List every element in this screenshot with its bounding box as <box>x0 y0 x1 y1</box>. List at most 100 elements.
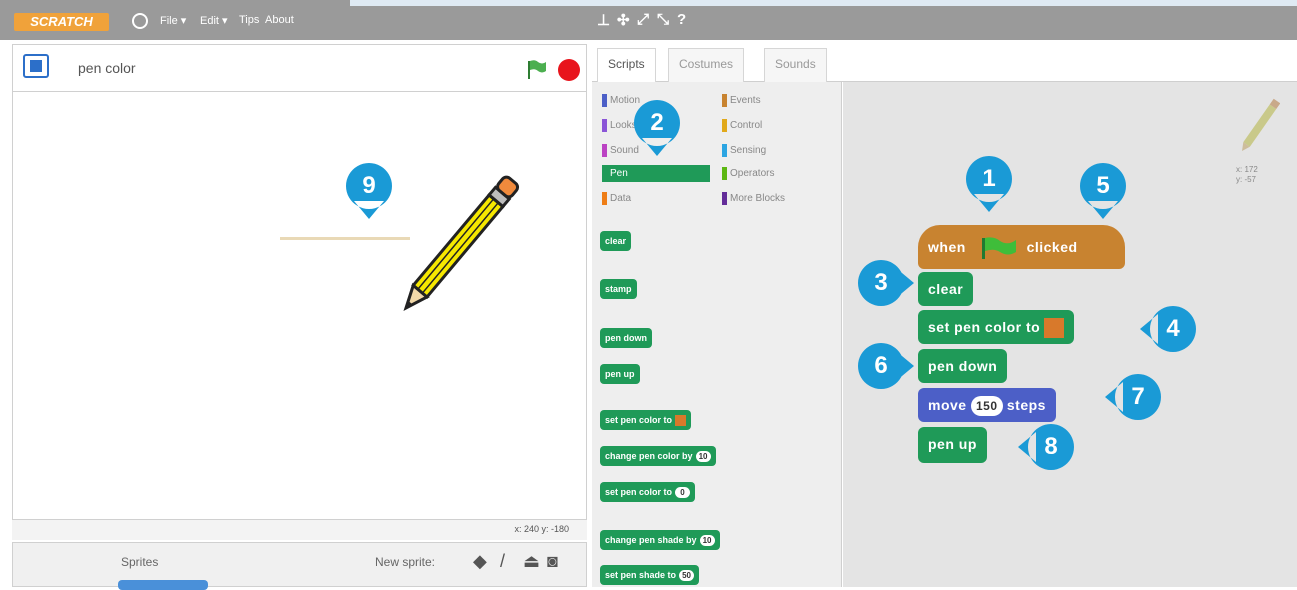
category-pen[interactable]: Pen <box>602 165 710 182</box>
stage-header: pen color <box>12 44 587 92</box>
green-flag-icon <box>982 237 1017 260</box>
callout-number: 7 <box>1131 383 1145 410</box>
green-flag-icon[interactable] <box>525 59 547 79</box>
new-sprite-label: New sprite: <box>375 555 436 569</box>
category-color-bar <box>722 94 727 107</box>
palette-block-set-pen-color-number[interactable]: set pen color to 0 <box>600 482 696 502</box>
script-block-when-flag-clicked[interactable]: when clicked <box>918 225 1125 269</box>
script-block-move-steps[interactable]: move 150 steps <box>918 388 1056 422</box>
palette-block-change-pen-color[interactable]: change pen color by 10 <box>600 446 716 466</box>
category-sensing[interactable]: Sensing <box>722 142 830 159</box>
category-color-bar <box>722 167 727 180</box>
callout-marker-3: 3 <box>857 260 914 306</box>
steps-input[interactable]: 150 <box>970 396 1003 417</box>
callout-number: 2 <box>650 109 664 136</box>
sprites-label: Sprites <box>121 555 159 569</box>
block-label: set pen color to <box>605 415 673 425</box>
camera-sprite-icon[interactable]: ◙ <box>547 551 558 572</box>
category-color-bar <box>722 192 727 205</box>
project-title[interactable]: pen color <box>78 60 136 76</box>
block-label: change pen color by <box>605 451 693 461</box>
script-block-pen-up[interactable]: pen up <box>918 427 987 463</box>
block-label-when: when <box>928 239 966 255</box>
category-label: Pen <box>610 168 628 179</box>
menu-bar-strip <box>350 0 1297 6</box>
stop-sign-icon[interactable] <box>558 59 580 81</box>
grow-icon[interactable]: ⤢ <box>637 11 649 28</box>
callout-marker-5: 5 <box>1079 163 1126 219</box>
number-slot[interactable]: 50 <box>679 570 695 582</box>
category-color-bar <box>722 119 727 132</box>
presentation-mode-icon[interactable] <box>23 54 49 78</box>
tab-scripts[interactable]: Scripts <box>597 48 656 82</box>
palette-block-pen-up[interactable]: pen up <box>600 364 640 384</box>
script-block-clear[interactable]: clear <box>918 272 974 306</box>
palette-block-change-pen-shade[interactable]: change pen shade by 10 <box>600 530 720 550</box>
choose-sprite-icon[interactable]: ◆ <box>473 551 487 572</box>
cut-scissors-icon[interactable]: ✣ <box>617 11 630 29</box>
pencil-sprite[interactable] <box>388 170 528 320</box>
category-color-bar <box>722 144 727 157</box>
color-picker-slot[interactable] <box>1044 318 1065 339</box>
upload-sprite-icon[interactable]: ⏏ <box>523 551 540 572</box>
category-events[interactable]: Events <box>722 92 830 109</box>
menu-about[interactable]: About <box>265 14 294 26</box>
category-label: Data <box>610 193 632 204</box>
category-color-bar <box>602 192 607 205</box>
callout-marker-9: 9 <box>345 163 392 219</box>
callout-marker-8: 8 <box>1018 424 1074 470</box>
callout-marker-4: 4 <box>1140 306 1196 352</box>
category-label: Operators <box>730 168 775 179</box>
color-picker-slot[interactable] <box>675 415 687 427</box>
help-icon[interactable]: ? <box>677 11 686 28</box>
callout-marker-1: 1 <box>965 156 1012 212</box>
category-data[interactable]: Data <box>602 190 710 207</box>
block-label: set pen shade to <box>605 570 677 580</box>
category-label: Events <box>730 95 761 106</box>
category-operators[interactable]: Operators <box>722 165 830 182</box>
category-label: More Blocks <box>730 193 786 204</box>
callout-number: 1 <box>982 165 996 192</box>
palette-block-set-pen-color[interactable]: set pen color to <box>600 410 692 430</box>
sprite-thumbnail[interactable] <box>118 580 208 590</box>
block-label-clicked: clicked <box>1026 239 1078 255</box>
callout-number: 4 <box>1166 315 1180 342</box>
duplicate-stamp-icon[interactable]: ⊥ <box>597 11 610 29</box>
tab-sounds[interactable]: Sounds <box>764 48 827 82</box>
palette-block-set-pen-shade[interactable]: set pen shade to 50 <box>600 565 700 585</box>
sprites-panel: Sprites New sprite: ◆ / ⏏ ◙ <box>12 542 587 590</box>
palette-block-pen-down[interactable]: pen down <box>600 328 652 348</box>
callout-number: 6 <box>874 352 888 379</box>
callout-number: 3 <box>874 269 888 296</box>
category-more-blocks[interactable]: More Blocks <box>722 190 830 207</box>
callout-number: 9 <box>362 172 376 199</box>
block-label: change pen shade by <box>605 535 697 545</box>
number-slot[interactable]: 10 <box>699 535 715 547</box>
callout-number: 5 <box>1096 172 1110 199</box>
callout-marker-7: 7 <box>1105 374 1161 420</box>
number-slot[interactable]: 10 <box>695 451 711 463</box>
number-slot[interactable]: 0 <box>675 487 691 499</box>
block-label: set pen color to <box>605 487 673 497</box>
category-label: Sound <box>610 145 639 156</box>
menu-file[interactable]: File ▾ <box>160 14 186 27</box>
shrink-icon[interactable]: ⤡ <box>657 11 669 28</box>
menu-edit[interactable]: Edit ▾ <box>200 14 228 27</box>
tab-costumes[interactable]: Costumes <box>668 48 745 82</box>
palette-block-stamp[interactable]: stamp <box>600 279 637 299</box>
sprite-info-coords: x: 172 y: -57 <box>1236 165 1258 184</box>
scratch-logo[interactable]: SCRATCH <box>14 13 109 31</box>
menu-tips[interactable]: Tips <box>239 14 259 26</box>
callout-number: 8 <box>1044 433 1058 460</box>
category-control[interactable]: Control <box>722 117 830 134</box>
palette-block-clear[interactable]: clear <box>600 231 632 251</box>
callout-marker-6: 6 <box>857 343 914 389</box>
stage-mouse-coords: x: 240 y: -180 <box>514 524 569 534</box>
script-block-pen-down[interactable]: pen down <box>918 349 1008 383</box>
paint-sprite-icon[interactable]: / <box>500 551 505 572</box>
language-globe-icon[interactable] <box>132 13 148 29</box>
script-block-set-pen-color[interactable]: set pen color to <box>918 310 1075 344</box>
category-label: Control <box>730 120 763 131</box>
block-label: set pen color to <box>928 319 1041 335</box>
category-color-bar <box>602 119 607 132</box>
